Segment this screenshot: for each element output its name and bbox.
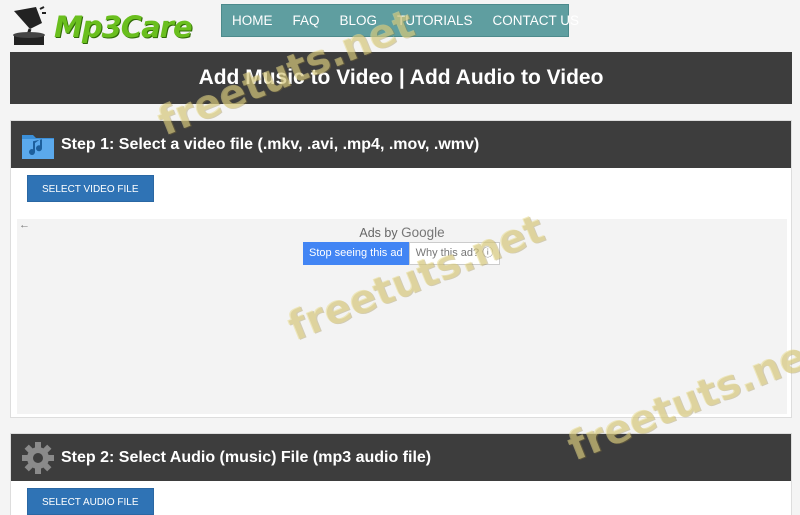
- step2-title: Step 2: Select Audio (music) File (mp3 a…: [61, 448, 432, 466]
- step1-header: Step 1: Select a video file (.mkv, .avi,…: [11, 121, 791, 168]
- gear-icon: [22, 441, 54, 474]
- why-this-ad-button[interactable]: Why this ad? ⓘ: [408, 242, 501, 265]
- nav-blog[interactable]: BLOG: [330, 13, 388, 28]
- site-logo[interactable]: Mp3Care: [10, 4, 193, 50]
- gramophone-icon: [13, 6, 46, 45]
- nav-tutorials[interactable]: TUTORIALS: [387, 13, 483, 28]
- music-folder-icon: [22, 134, 54, 159]
- step1-panel: Step 1: Select a video file (.mkv, .avi,…: [10, 120, 792, 418]
- step2-header: Step 2: Select Audio (music) File (mp3 a…: [11, 434, 791, 481]
- ad-feedback-buttons: Stop seeing this ad Why this ad? ⓘ: [303, 242, 501, 265]
- stop-seeing-ad-button[interactable]: Stop seeing this ad: [303, 242, 409, 265]
- select-audio-file-button[interactable]: SELECT AUDIO FILE: [27, 488, 154, 515]
- logo-text: Mp3Care: [54, 10, 193, 44]
- ads-by-google-label: Ads by Google: [17, 225, 787, 240]
- main-nav: HOME FAQ BLOG TUTORIALS CONTACT US: [221, 4, 579, 37]
- nav-contact-us[interactable]: CONTACT US: [483, 13, 590, 28]
- ad-frame: ← Ads by Google Stop seeing this ad Why …: [17, 219, 787, 414]
- select-video-file-button[interactable]: SELECT VIDEO FILE: [27, 175, 154, 202]
- nav-home[interactable]: HOME: [222, 13, 283, 28]
- nav-faq[interactable]: FAQ: [283, 13, 330, 28]
- page-title: Add Music to Video | Add Audio to Video: [198, 66, 604, 89]
- step2-panel: Step 2: Select Audio (music) File (mp3 a…: [10, 433, 792, 515]
- ads-by-text: Ads by: [359, 226, 398, 240]
- title-bar: Add Music to Video | Add Audio to Video: [10, 52, 792, 104]
- step1-title: Step 1: Select a video file (.mkv, .avi,…: [61, 135, 480, 153]
- google-wordmark: Google: [401, 225, 445, 240]
